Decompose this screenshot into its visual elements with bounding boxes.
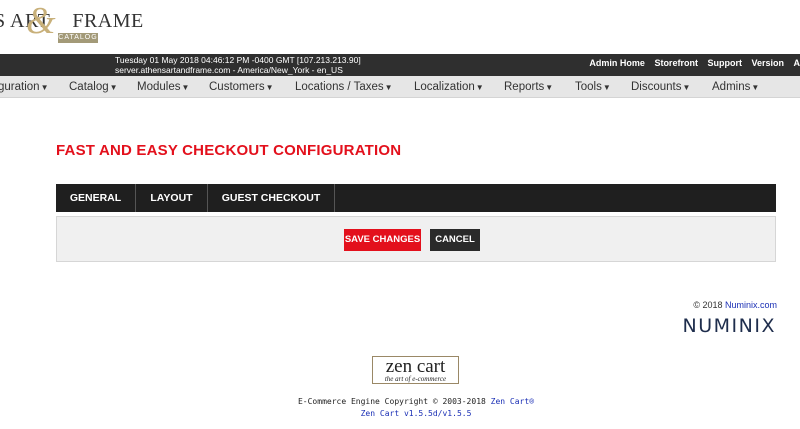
- tab-guest-checkout[interactable]: GUEST CHECKOUT: [208, 184, 335, 212]
- tab-general[interactable]: GENERAL: [56, 184, 136, 212]
- server-hostname: server.athensartandframe.com - America/N…: [115, 65, 343, 75]
- menu-admins[interactable]: Admins▼: [712, 81, 759, 93]
- menu-localization[interactable]: Localization▼: [414, 81, 484, 93]
- menu-label: Admins: [712, 81, 751, 93]
- logo-catalog-tag: CATALOG: [58, 33, 98, 43]
- caret-down-icon: ▼: [40, 83, 49, 92]
- footer-copyright-text: E-Commerce Engine Copyright © 2003-2018: [297, 397, 486, 406]
- numinix-logo[interactable]: NUMINIX: [683, 315, 776, 337]
- caret-down-icon: ▼: [682, 83, 691, 92]
- admin-home-link[interactable]: Admin Home: [589, 58, 645, 68]
- menu-modules[interactable]: Modules▼: [137, 81, 189, 93]
- caret-down-icon: ▼: [602, 83, 611, 92]
- menu-label: Modules: [137, 81, 181, 93]
- cancel-button[interactable]: CANCEL: [430, 229, 480, 251]
- caret-down-icon: ▼: [475, 83, 484, 92]
- header-link-truncated[interactable]: A: [794, 58, 800, 68]
- main-menu: guration▼ Catalog▼ Modules▼ Customers▼ L…: [0, 76, 800, 98]
- logo-ampersand: &: [26, 0, 56, 42]
- logo-brand-text: S ART FRAME: [0, 10, 144, 32]
- zencart-logo[interactable]: zen cart the art of e-commerce: [372, 356, 459, 384]
- header-links: Admin Home Storefront Support Version A: [582, 58, 800, 68]
- numinix-link[interactable]: Numinix.com: [725, 300, 777, 310]
- config-tabs: GENERAL LAYOUT GUEST CHECKOUT: [56, 184, 776, 212]
- menu-label: Reports: [504, 81, 545, 93]
- menu-label: Discounts: [631, 81, 682, 93]
- caret-down-icon: ▼: [384, 83, 393, 92]
- server-info: Tuesday 01 May 2018 04:46:12 PM -0400 GM…: [115, 55, 361, 75]
- menu-catalog[interactable]: Catalog▼: [69, 81, 118, 93]
- caret-down-icon: ▼: [751, 83, 760, 92]
- version-link[interactable]: Version: [751, 58, 784, 68]
- caret-down-icon: ▼: [265, 83, 274, 92]
- zencart-tagline: the art of e-commerce: [384, 375, 447, 383]
- caret-down-icon: ▼: [109, 83, 118, 92]
- menu-label: guration: [0, 81, 40, 93]
- page-title: FAST AND EASY CHECKOUT CONFIGURATION: [56, 142, 402, 159]
- support-link[interactable]: Support: [707, 58, 742, 68]
- menu-label: Catalog: [69, 81, 109, 93]
- action-panel: SAVE CHANGES CANCEL: [56, 216, 776, 262]
- menu-customers[interactable]: Customers▼: [209, 81, 274, 93]
- menu-label: Tools: [575, 81, 602, 93]
- menu-label: Locations / Taxes: [295, 81, 384, 93]
- footer-copyright: E-Commerce Engine Copyright © 2003-2018 …: [0, 396, 800, 408]
- store-logo[interactable]: S ART FRAME & CATALOG: [0, 0, 143, 54]
- zencart-logo-text: zen cart: [385, 356, 446, 377]
- caret-down-icon: ▼: [181, 83, 190, 92]
- menu-label: Localization: [414, 81, 475, 93]
- menu-label: Customers: [209, 81, 265, 93]
- numinix-copyright: © 2018 Numinix.com: [693, 300, 777, 310]
- tab-layout[interactable]: LAYOUT: [136, 184, 208, 212]
- save-changes-button[interactable]: SAVE CHANGES: [344, 229, 421, 251]
- admin-header-bar: Tuesday 01 May 2018 04:46:12 PM -0400 GM…: [0, 54, 800, 76]
- numinix-copyright-text: © 2018: [693, 300, 723, 310]
- menu-discounts[interactable]: Discounts▼: [631, 81, 690, 93]
- zencart-link[interactable]: Zen Cart®: [491, 397, 534, 406]
- menu-configuration[interactable]: guration▼: [0, 81, 48, 93]
- caret-down-icon: ▼: [545, 83, 554, 92]
- menu-tools[interactable]: Tools▼: [575, 81, 611, 93]
- menu-locations-taxes[interactable]: Locations / Taxes▼: [295, 81, 393, 93]
- zencart-version-link[interactable]: Zen Cart v1.5.5d/v1.5.5: [0, 408, 800, 420]
- page-footer: E-Commerce Engine Copyright © 2003-2018 …: [0, 396, 800, 420]
- storefront-link[interactable]: Storefront: [654, 58, 698, 68]
- menu-reports[interactable]: Reports▼: [504, 81, 553, 93]
- server-datetime: Tuesday 01 May 2018 04:46:12 PM -0400 GM…: [115, 55, 361, 65]
